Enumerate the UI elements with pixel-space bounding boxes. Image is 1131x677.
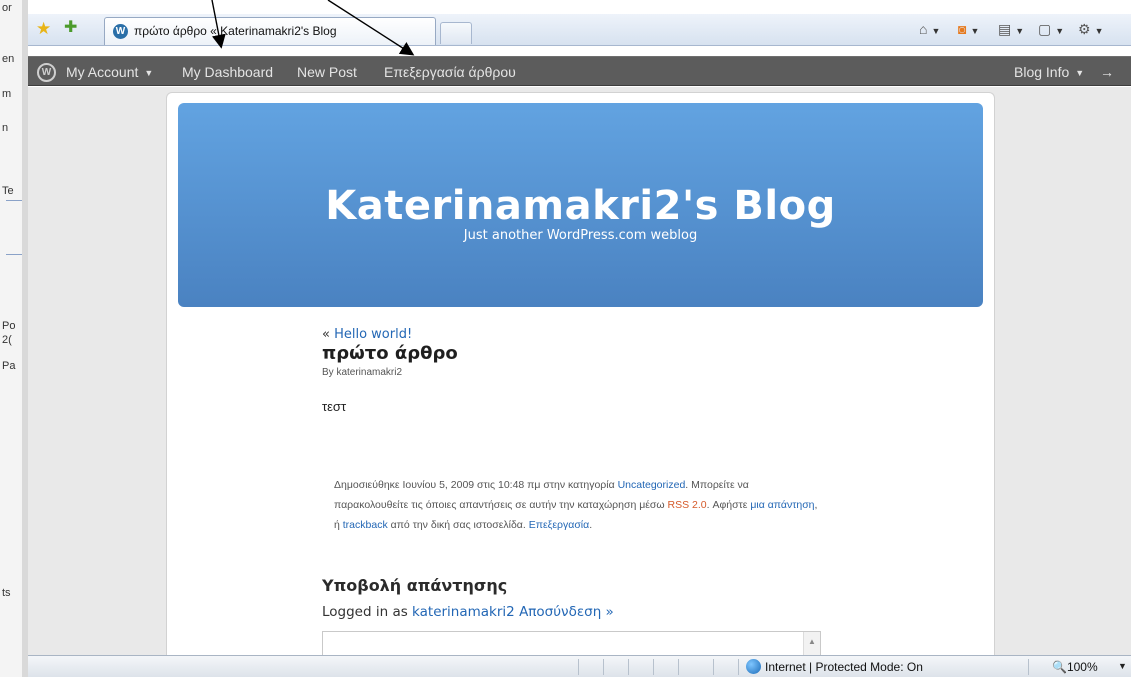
left-fragment: Pa bbox=[2, 360, 16, 372]
blog-title[interactable]: Katerinamakri2's Blog bbox=[178, 183, 983, 229]
divider bbox=[678, 659, 679, 675]
edit-post-link[interactable]: Επεξεργασία άρθρου bbox=[384, 64, 516, 80]
wordpress-logo-icon[interactable]: W bbox=[37, 63, 56, 82]
blog-info-menu[interactable]: Blog Info ▼ bbox=[1014, 64, 1084, 80]
post-byline: By katerinamakri2 bbox=[322, 367, 403, 378]
chevron-down-icon[interactable]: ▼ bbox=[1055, 26, 1064, 36]
reply-title: Υποβολή απάντησης bbox=[322, 576, 508, 595]
left-fragment: m bbox=[2, 88, 12, 100]
logout-link[interactable]: Αποσύνδεση » bbox=[519, 604, 614, 620]
trackback-link[interactable]: trackback bbox=[343, 519, 388, 531]
chevron-down-icon[interactable]: ▼ bbox=[931, 26, 940, 36]
background-window-edge: or en m n Te Po 2( Pa ts bbox=[0, 0, 28, 677]
wordpress-admin-bar: W My Account ▼ My Dashboard New Post Επεξ… bbox=[28, 56, 1131, 86]
chevron-down-icon[interactable]: ▼ bbox=[970, 26, 979, 36]
left-fragment: ts bbox=[2, 587, 11, 599]
arrow-right-icon[interactable]: → bbox=[1100, 64, 1114, 80]
previous-post-link[interactable]: Hello world! bbox=[334, 327, 412, 342]
tools-icon[interactable]: ⚙ ▼ bbox=[1078, 22, 1103, 36]
new-tab-button[interactable] bbox=[440, 22, 472, 44]
divider bbox=[628, 659, 629, 675]
chevron-down-icon: ▼ bbox=[1075, 68, 1085, 78]
left-fragment: Te bbox=[2, 185, 14, 197]
browser-tab-active[interactable]: W πρώτο άρθρο « Katerinamakri2's Blog bbox=[104, 17, 436, 45]
divider bbox=[738, 659, 739, 675]
zoom-level[interactable]: 🔍100% bbox=[1052, 660, 1098, 674]
left-fragment: en bbox=[2, 53, 15, 65]
post-content: « Hello world! πρώτο άρθρο By katerinama… bbox=[322, 327, 822, 662]
security-zone-text[interactable]: Internet | Protected Mode: On bbox=[765, 660, 923, 674]
left-fragment: n bbox=[2, 122, 9, 134]
divider bbox=[653, 659, 654, 675]
add-favorite-icon[interactable]: ✚ bbox=[64, 20, 77, 36]
divider bbox=[578, 659, 579, 675]
print-icon[interactable]: ▤ ▼ bbox=[998, 22, 1024, 36]
chevron-down-icon[interactable]: ▼ bbox=[1015, 26, 1024, 36]
post-metadata: Δημοσιεύθηκε Ιουνίου 5, 2009 στις 10:48 … bbox=[334, 479, 818, 531]
my-account-menu[interactable]: My Account ▼ bbox=[66, 64, 153, 80]
chevron-down-icon[interactable]: ▼ bbox=[1095, 26, 1104, 36]
blog-header[interactable]: Katerinamakri2's Blog Just another WordP… bbox=[178, 103, 983, 307]
home-icon[interactable]: ⌂ ▼ bbox=[919, 22, 940, 36]
previous-post-nav: « Hello world! bbox=[322, 327, 413, 342]
divider bbox=[6, 254, 22, 255]
chevron-down-icon: ▼ bbox=[144, 68, 154, 78]
category-link[interactable]: Uncategorized bbox=[618, 479, 686, 491]
blog-tagline: Just another WordPress.com weblog bbox=[463, 228, 698, 243]
left-fragment: Po bbox=[2, 320, 16, 332]
divider bbox=[603, 659, 604, 675]
divider bbox=[6, 200, 22, 201]
rss-link[interactable]: RSS 2.0 bbox=[668, 499, 707, 511]
wordpress-favicon-icon: W bbox=[113, 24, 128, 39]
divider bbox=[713, 659, 714, 675]
left-fragment: 2( bbox=[2, 334, 12, 346]
favorites-star-icon[interactable]: ★ bbox=[36, 20, 51, 37]
internet-zone-icon bbox=[746, 659, 761, 674]
rss-feeds-icon[interactable]: ◙ ▼ bbox=[958, 22, 979, 36]
page-icon[interactable]: ▢ ▼ bbox=[1038, 22, 1064, 36]
divider bbox=[1028, 659, 1029, 675]
status-bar: Internet | Protected Mode: On 🔍100% ▼ bbox=[28, 655, 1131, 677]
chevron-down-icon[interactable]: ▼ bbox=[1118, 661, 1127, 671]
browser-tab-bar: ★ ✚ W πρώτο άρθρο « Katerinamakri2's Blo… bbox=[28, 14, 1131, 46]
post-title: πρώτο άρθρο bbox=[322, 343, 458, 364]
edit-link[interactable]: Επεξεργασία bbox=[529, 519, 590, 531]
tab-title: πρώτο άρθρο « Katerinamakri2's Blog bbox=[134, 24, 337, 38]
scroll-up-icon[interactable]: ▲ bbox=[808, 637, 816, 646]
logged-in-line: Logged in as katerinamakri2 Αποσύνδεση » bbox=[322, 604, 614, 620]
my-dashboard-link[interactable]: My Dashboard bbox=[182, 64, 273, 80]
user-profile-link[interactable]: katerinamakri2 bbox=[412, 604, 515, 620]
new-post-link[interactable]: New Post bbox=[297, 64, 357, 80]
leave-reply-link[interactable]: μια απάντηση bbox=[750, 499, 814, 511]
left-fragment: or bbox=[2, 2, 12, 14]
post-body: τεστ bbox=[322, 399, 347, 414]
